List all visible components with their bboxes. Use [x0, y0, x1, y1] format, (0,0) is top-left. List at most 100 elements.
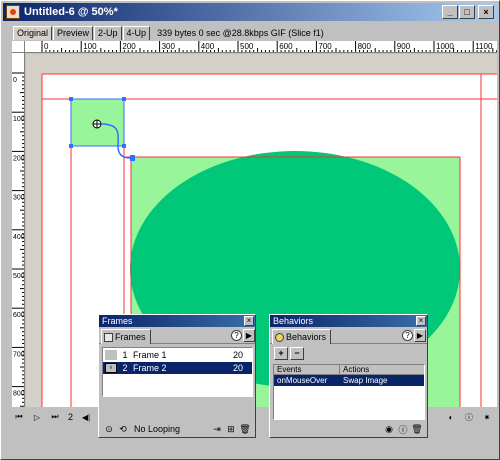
- ruler-v-label: 100: [13, 116, 25, 123]
- remove-behavior-button[interactable]: −: [290, 347, 304, 360]
- ruler-v-label: 500: [13, 273, 25, 280]
- ruler-h-label: 0: [44, 42, 49, 51]
- behaviors-footer: ◉ ⓘ 🗑: [270, 421, 427, 437]
- behaviors-help-icon[interactable]: ?: [402, 330, 413, 341]
- tab-frames[interactable]: Frames: [101, 329, 151, 344]
- behaviors-tab-icon: [275, 332, 284, 342]
- panel-options-arrow-icon[interactable]: ▶: [243, 329, 255, 342]
- ruler-h-label: 1100: [475, 42, 493, 51]
- frames-panel-title-text: Frames: [102, 316, 133, 326]
- vertical-ruler-ticks: 0 100 200 300 400 500 600 700 800: [12, 72, 25, 407]
- title-bar[interactable]: Untitled-6 @ 50%* _ □ ×: [3, 3, 497, 21]
- first-frame-icon[interactable]: ⏮: [12, 410, 26, 424]
- frames-panel-title[interactable]: Frames ×: [99, 315, 255, 327]
- tab-original[interactable]: Original: [13, 26, 53, 40]
- behaviors-toolbar: + −: [274, 347, 304, 360]
- ruler-h-label: 300: [162, 42, 176, 51]
- tab-preview[interactable]: Preview: [53, 26, 94, 40]
- distribute-frames-icon[interactable]: ⇥: [210, 423, 224, 435]
- loop-icon[interactable]: ⟲: [116, 423, 130, 435]
- vertical-ruler[interactable]: 0 100 200 300 400 500 600 700 800: [12, 53, 25, 407]
- behavior-event[interactable]: onMouseOver: [274, 376, 340, 385]
- fireworks-app-icon: [6, 5, 20, 19]
- connector-end-handle[interactable]: [130, 155, 135, 161]
- frame-2-name: Frame 2: [133, 363, 167, 373]
- ruler-h-label: 700: [318, 42, 332, 51]
- frame-2-onion-icon[interactable]: ♁: [105, 363, 117, 373]
- delete-frame-icon[interactable]: 🗑: [238, 423, 252, 435]
- frame-1-onion-cell[interactable]: [105, 350, 117, 360]
- frames-tab-icon: [104, 332, 113, 342]
- quick-export-icon[interactable]: ◐: [444, 410, 458, 424]
- ruler-h-label: 400: [201, 42, 215, 51]
- tab-4-up[interactable]: 4-Up: [122, 26, 151, 40]
- behavior-handle-icon[interactable]: [92, 119, 102, 129]
- ruler-h-label: 900: [397, 42, 411, 51]
- behaviors-panel-title[interactable]: Behaviors ×: [270, 315, 427, 327]
- frame-row-2[interactable]: ♁ 2 Frame 2 20: [103, 362, 252, 374]
- behaviors-header: Events Actions: [274, 365, 424, 375]
- preview-eye-icon[interactable]: ◉: [382, 423, 396, 435]
- frame-1-name: Frame 1: [133, 350, 167, 360]
- ruler-corner: [12, 41, 25, 53]
- ruler-v-label: 700: [13, 351, 25, 358]
- close-icon[interactable]: ×: [478, 5, 494, 19]
- actions-column-header[interactable]: Actions: [340, 365, 369, 374]
- ruler-h-label: 800: [358, 42, 372, 51]
- frames-tab-label: Frames: [115, 331, 146, 342]
- behaviors-panel: Behaviors × Behaviors ? ▶ + − Events Act…: [269, 314, 428, 438]
- add-behavior-button[interactable]: +: [274, 347, 288, 360]
- behaviors-panel-title-text: Behaviors: [273, 316, 314, 326]
- view-tabs: Original Preview 2-Up 4-Up 339 bytes 0 s…: [13, 26, 324, 40]
- frame-row-1[interactable]: 1 Frame 1 20: [103, 349, 252, 361]
- ruler-v-label: 300: [13, 195, 25, 202]
- behavior-info-icon[interactable]: ⓘ: [396, 423, 410, 435]
- behaviors-tab-row: Behaviors ? ▶: [270, 327, 427, 344]
- window-title: Untitled-6 @ 50%*: [24, 6, 118, 18]
- ruler-h-label: 200: [122, 42, 136, 51]
- maximize-icon[interactable]: □: [459, 5, 475, 19]
- info-icon[interactable]: ⓘ: [462, 410, 476, 424]
- frame-2-number: 2: [122, 363, 128, 373]
- ruler-v-label: 0: [13, 77, 17, 84]
- events-column-header[interactable]: Events: [274, 365, 340, 374]
- behavior-action: Swap Image: [343, 376, 388, 385]
- tab-2-up[interactable]: 2-Up: [94, 26, 122, 40]
- ruler-v-label: 200: [13, 155, 25, 162]
- delete-behavior-icon[interactable]: 🗑: [410, 423, 424, 435]
- looping-status[interactable]: No Looping: [134, 424, 180, 434]
- behaviors-close-icon[interactable]: ×: [416, 316, 426, 326]
- ruler-v-label: 400: [13, 234, 25, 241]
- behaviors-tab-label: Behaviors: [286, 331, 327, 342]
- frames-list: 1 Frame 1 20 ♁ 2 Frame 2 20: [102, 347, 253, 397]
- new-frame-icon[interactable]: ⊞: [224, 423, 238, 435]
- minimize-icon[interactable]: _: [442, 5, 458, 19]
- frames-tab-row: Frames ? ▶: [99, 327, 255, 344]
- ruler-h-label: 600: [279, 42, 293, 51]
- horizontal-ruler[interactable]: 0 100 200 300 400 500 600 700 800 900 1000 1100: [25, 41, 497, 53]
- frames-panel: Frames × Frames ? ▶ 1 Frame 1 20 ♁ 2 Fra…: [98, 314, 256, 438]
- frame-2-delay[interactable]: 20: [233, 363, 251, 373]
- behaviors-list: Events Actions onMouseOver Swap Image: [273, 364, 425, 420]
- frames-footer: ⊙ ⟲ No Looping ⇥ ⊞ 🗑: [99, 421, 255, 437]
- frame-1-number: 1: [122, 350, 128, 360]
- play-icon[interactable]: ▷: [30, 410, 44, 424]
- ruler-v-label: 600: [13, 312, 25, 319]
- window-controls: _ □ ×: [441, 5, 494, 19]
- help-icon[interactable]: ?: [231, 330, 242, 341]
- last-frame-icon[interactable]: ⏭: [48, 410, 62, 424]
- behaviors-options-arrow-icon[interactable]: ▶: [414, 329, 426, 342]
- tab-behaviors[interactable]: Behaviors: [272, 329, 332, 344]
- ruler-v-label: 800: [13, 391, 25, 398]
- settings-icon[interactable]: ✷: [480, 410, 494, 424]
- ruler-h-label: 100: [83, 42, 97, 51]
- behavior-row[interactable]: onMouseOver Swap Image: [274, 375, 424, 386]
- frames-close-icon[interactable]: ×: [244, 316, 254, 326]
- current-frame-number: 2: [68, 412, 74, 422]
- file-info: 339 bytes 0 sec @28.8kbps GIF (Slice f1): [157, 28, 324, 38]
- horizontal-ruler-ticks: 0 100 200 300 400 500 600 700 800 900 1000 1100: [41, 41, 497, 52]
- onion-skin-icon[interactable]: ⊙: [102, 423, 116, 435]
- prev-frame-icon[interactable]: ◀|: [79, 410, 93, 424]
- ruler-h-label: 500: [240, 42, 254, 51]
- frame-1-delay[interactable]: 20: [233, 350, 251, 360]
